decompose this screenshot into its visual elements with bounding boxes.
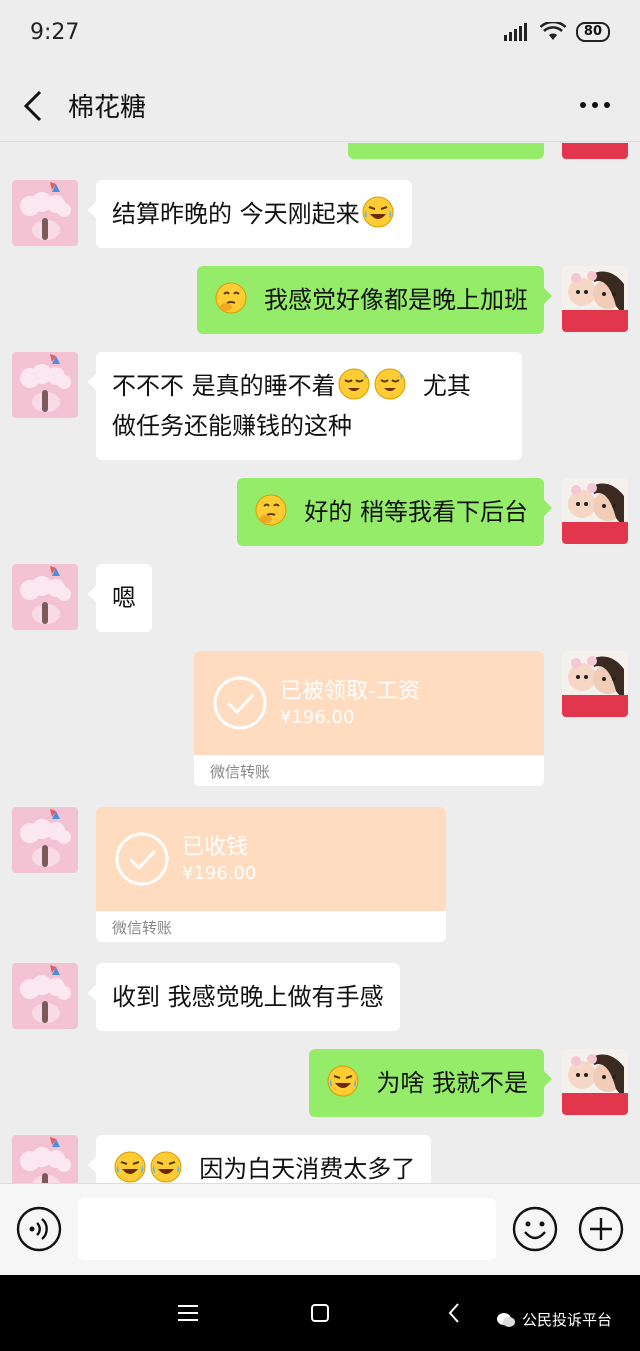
chat-title: 棉花糖 — [68, 93, 147, 123]
transfer-card[interactable]: 已收钱 ¥196.00 微信转账 — [96, 807, 446, 942]
avatar[interactable] — [562, 1049, 628, 1115]
avatar[interactable] — [562, 143, 628, 159]
transfer-card-body: 已被领取-工资 ¥196.00 — [194, 651, 544, 755]
transfer-footer: 微信转账 — [194, 755, 544, 786]
check-circle-icon — [213, 676, 267, 730]
sleepy-laugh-emoji-icon — [374, 368, 406, 400]
message-bubble[interactable]: 不不不 是真的睡不着 尤其 做任务还能赚钱的这种 — [88, 352, 522, 460]
transfer-card-body: 已收钱 ¥196.00 — [96, 807, 446, 911]
voice-icon[interactable] — [16, 1206, 62, 1252]
avatar[interactable] — [12, 180, 78, 246]
message-bubble[interactable]: 嗯 — [88, 564, 152, 632]
message-text: 因为白天消费太多了 — [199, 1155, 416, 1183]
message-text: 不不不 是真的睡不着 — [112, 372, 336, 400]
status-bar: 9:27 80 — [0, 0, 640, 70]
message-text: 好的 稍等我看下后台 — [304, 498, 528, 526]
transfer-footer: 微信转账 — [96, 911, 446, 942]
message-text: 嗯 — [112, 584, 136, 612]
message-text: 收到 我感觉晚上做有手感 — [112, 983, 384, 1011]
message-bubble[interactable]: 我感觉好像都是晚上加班 — [196, 266, 553, 334]
laughing-crying-emoji-icon — [327, 1065, 359, 1097]
message-bubble[interactable]: 收到 我感觉晚上做有手感 — [88, 963, 400, 1031]
more-options-icon[interactable] — [578, 90, 612, 120]
wechat-icon — [497, 1312, 515, 1327]
emoji-icon[interactable] — [512, 1206, 558, 1252]
nav-back-icon[interactable] — [446, 1301, 462, 1325]
message-bubble[interactable]: 为啥 我就不是 — [309, 1049, 552, 1117]
transfer-card[interactable]: 已被领取-工资 ¥196.00 微信转账 — [194, 651, 544, 786]
watermark-text: 公民投诉平台 — [522, 1311, 613, 1329]
thinking-emoji-icon — [255, 494, 287, 526]
battery-indicator: 80 — [575, 22, 610, 42]
check-circle-icon — [115, 832, 169, 886]
transfer-title: 已被领取-工资 — [280, 679, 420, 704]
status-icons: 80 — [503, 22, 610, 42]
avatar[interactable] — [562, 478, 628, 544]
plus-icon[interactable] — [578, 1206, 624, 1252]
input-bar — [0, 1183, 640, 1275]
message-text: 尤其 — [422, 372, 471, 400]
message-bubble[interactable]: 好的 稍等我看下后台 — [237, 478, 552, 546]
transfer-amount: ¥196.00 — [280, 707, 355, 728]
avatar[interactable] — [12, 564, 78, 630]
avatar[interactable] — [562, 266, 628, 332]
transfer-title: 已收钱 — [182, 835, 249, 860]
sleepy-laugh-emoji-icon — [338, 368, 370, 400]
avatar[interactable] — [12, 352, 78, 418]
message-list[interactable]: 结算昨晚的 今天刚起来 我感觉好像都是晚上加班 不不不 是真的睡不着 尤其 做任… — [0, 143, 640, 1183]
message-text: 做任务还能赚钱的这种 — [112, 412, 352, 440]
message-bubble[interactable]: 因为白天消费太多了 — [87, 1135, 432, 1183]
status-time: 9:27 — [30, 20, 80, 45]
laughing-crying-emoji-icon — [114, 1151, 146, 1183]
message-text: 为啥 我就不是 — [376, 1069, 528, 1097]
chat-header: 棉花糖 — [0, 70, 640, 142]
message-bubble-partial — [348, 143, 544, 159]
message-bubble[interactable]: 结算昨晚的 今天刚起来 — [88, 180, 412, 248]
transfer-amount: ¥196.00 — [182, 863, 257, 884]
system-nav-bar: 公民投诉平台 — [0, 1275, 640, 1351]
avatar[interactable] — [562, 651, 628, 717]
home-icon[interactable] — [310, 1303, 330, 1323]
message-text: 结算昨晚的 今天刚起来 — [112, 200, 360, 228]
avatar[interactable] — [12, 807, 78, 873]
avatar[interactable] — [12, 1135, 78, 1183]
avatar[interactable] — [12, 963, 78, 1029]
message-input[interactable] — [78, 1198, 496, 1260]
wifi-icon — [539, 22, 566, 40]
laughing-crying-emoji-icon — [150, 1151, 182, 1183]
laughing-crying-emoji-icon — [362, 196, 394, 228]
thinking-emoji-icon — [215, 282, 247, 314]
back-arrow-icon[interactable] — [18, 86, 50, 126]
watermark: 公民投诉平台 — [496, 1309, 612, 1330]
menu-icon[interactable] — [176, 1303, 200, 1323]
message-text: 我感觉好像都是晚上加班 — [264, 286, 528, 314]
signal-icon — [503, 23, 527, 41]
